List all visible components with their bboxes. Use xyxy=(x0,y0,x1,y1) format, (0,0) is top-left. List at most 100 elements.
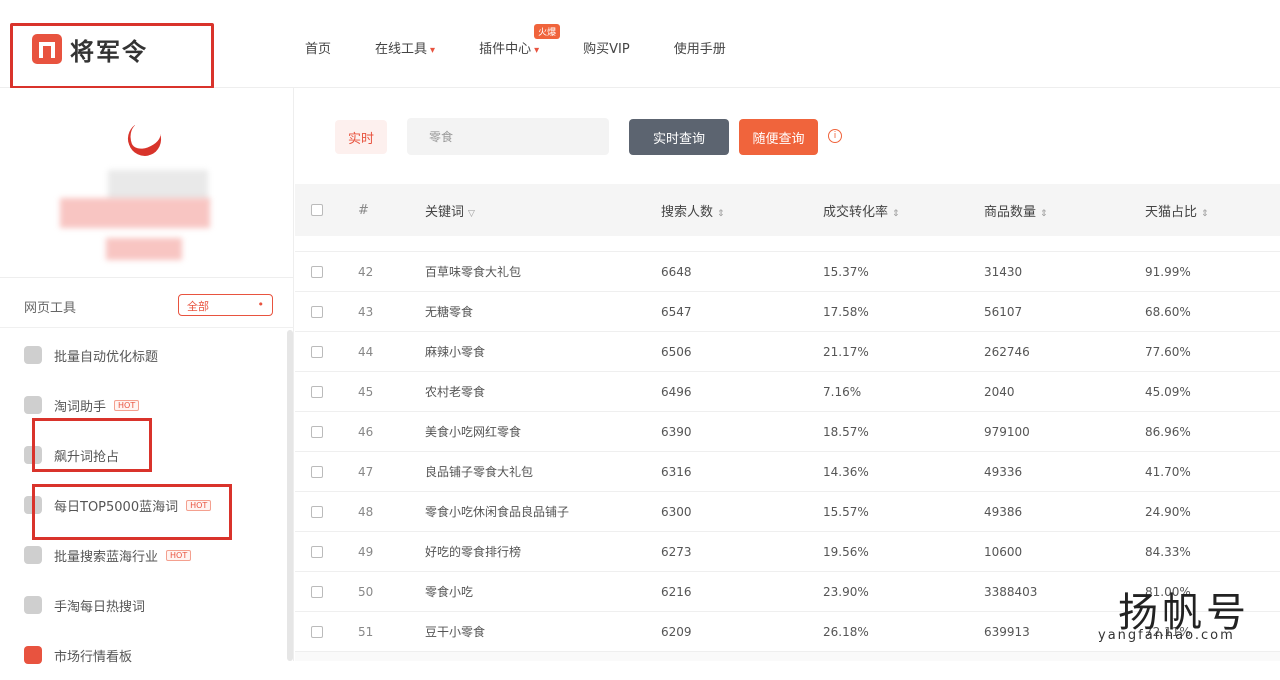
nav-item-label: 在线工具 xyxy=(375,42,428,57)
table-row[interactable]: 45 农村老零食 6496 7.16% 2040 45.09% xyxy=(295,372,1280,412)
row-conversion: 17.58% xyxy=(823,304,869,319)
table-header: # 关键词 ▽ 搜索人数 ⇕ 成交转化率 ⇕ 商品数量 ⇕ 天猫占比 ⇕ xyxy=(295,184,1280,236)
random-query-button[interactable]: 随便查询 xyxy=(739,119,818,155)
row-checkbox[interactable] xyxy=(311,545,323,558)
row-tmall-ratio: 77.60% xyxy=(1145,344,1191,359)
chevron-down-icon: ▾ xyxy=(430,45,436,56)
blurred-user-info xyxy=(60,198,210,228)
row-checkbox[interactable] xyxy=(311,385,323,398)
col-label: 搜索人数 xyxy=(661,204,714,220)
row-index: 47 xyxy=(358,464,374,479)
row-product-count: 31430 xyxy=(984,264,1023,279)
nav-item-home[interactable]: 首页 xyxy=(305,38,331,57)
row-keyword: 良品铺子零食大礼包 xyxy=(425,465,534,479)
row-conversion: 23.90% xyxy=(823,584,869,599)
row-checkbox[interactable] xyxy=(311,305,323,318)
col-label: 天猫占比 xyxy=(1145,204,1198,220)
sidebar-item-label: 批量自动优化标题 xyxy=(54,349,159,365)
row-keyword: 无糖零食 xyxy=(425,305,474,319)
chevron-down-icon: ▾ xyxy=(534,45,540,56)
table-row[interactable]: 46 美食小吃网红零食 6390 18.57% 979100 86.96% xyxy=(295,412,1280,452)
sidebar: 网页工具 全部 • 批量自动优化标题 淘词助手 HOT 飙升词抢占 每日TOP5… xyxy=(0,88,294,665)
row-checkbox[interactable] xyxy=(311,265,323,278)
info-icon[interactable]: i xyxy=(828,129,842,143)
highlight-box-rising xyxy=(32,418,152,472)
tool-icon xyxy=(24,546,42,564)
select-all-checkbox[interactable] xyxy=(311,204,323,216)
row-keyword: 豆干小零食 xyxy=(425,625,486,639)
tool-icon xyxy=(24,346,42,364)
sidebar-item-label: 批量搜索蓝海行业 xyxy=(54,549,159,565)
nav-item-plugin-center[interactable]: 插件中心 ▾ 火爆 xyxy=(479,24,561,57)
col-searchers[interactable]: 搜索人数 ⇕ xyxy=(661,201,725,220)
main-nav: 首页 在线工具 ▾ 插件中心 ▾ 火爆 购买VIP 使用手册 xyxy=(305,24,770,57)
table-row[interactable]: 43 无糖零食 6547 17.58% 56107 68.60% xyxy=(295,292,1280,332)
nav-item-label: 首页 xyxy=(305,42,332,57)
table-row[interactable]: 48 零食小吃休闲食品良品铺子 6300 15.57% 49386 24.90% xyxy=(295,492,1280,532)
col-conversion[interactable]: 成交转化率 ⇕ xyxy=(823,201,900,220)
sidebar-item-label: 市场行情看板 xyxy=(54,649,133,665)
row-conversion: 7.16% xyxy=(823,384,862,399)
col-label: 商品数量 xyxy=(984,204,1037,220)
blurred-user-meta xyxy=(106,238,182,260)
row-product-count: 3388403 xyxy=(984,584,1038,599)
col-keyword[interactable]: 关键词 ▽ xyxy=(425,201,475,220)
sidebar-item-market-board[interactable]: 市场行情看板 xyxy=(0,630,294,680)
tool-icon xyxy=(24,596,42,614)
tools-filter-select[interactable]: 全部 • xyxy=(178,294,273,316)
row-searchers: 6648 xyxy=(661,264,692,279)
row-index: 51 xyxy=(358,624,374,639)
search-bar: 实时 实时查询 随便查询 i xyxy=(295,88,1280,184)
filter-value: 全部 xyxy=(187,300,209,313)
row-conversion: 15.57% xyxy=(823,504,869,519)
realtime-button[interactable]: 实时 xyxy=(335,120,387,154)
sidebar-item-daily-hot-search[interactable]: 手淘每日热搜词 xyxy=(0,580,294,630)
row-checkbox[interactable] xyxy=(311,425,323,438)
row-keyword: 百草味零食大礼包 xyxy=(425,265,522,279)
col-label: 成交转化率 xyxy=(823,204,889,220)
row-index: 45 xyxy=(358,384,374,399)
row-index: 49 xyxy=(358,544,374,559)
nav-item-manual[interactable]: 使用手册 xyxy=(674,38,726,57)
nav-item-label: 购买VIP xyxy=(583,42,630,57)
nav-item-online-tools[interactable]: 在线工具 ▾ xyxy=(375,38,435,57)
row-product-count: 979100 xyxy=(984,424,1030,439)
sidebar-item-batch-title[interactable]: 批量自动优化标题 xyxy=(0,330,294,380)
avatar[interactable] xyxy=(128,118,162,152)
table-gap xyxy=(295,236,1280,252)
row-keyword: 美食小吃网红零食 xyxy=(425,425,522,439)
row-searchers: 6209 xyxy=(661,624,692,639)
row-keyword: 麻辣小零食 xyxy=(425,345,486,359)
keyword-input[interactable] xyxy=(407,118,609,155)
sidebar-item-label: 手淘每日热搜词 xyxy=(54,599,146,615)
row-keyword: 零食小吃 xyxy=(425,585,474,599)
table-row[interactable]: 42 百草味零食大礼包 6648 15.37% 31430 91.99% xyxy=(295,252,1280,292)
row-checkbox[interactable] xyxy=(311,465,323,478)
highlight-box-top5000 xyxy=(32,484,232,540)
row-checkbox[interactable] xyxy=(311,505,323,518)
row-checkbox[interactable] xyxy=(311,625,323,638)
sidebar-scrollbar[interactable] xyxy=(287,330,293,661)
table-row[interactable]: 49 好吃的零食排行榜 6273 19.56% 10600 84.33% xyxy=(295,532,1280,572)
realtime-query-button[interactable]: 实时查询 xyxy=(629,119,729,155)
watermark: 扬帆号 yangfanhao.com xyxy=(1098,572,1278,660)
row-conversion: 19.56% xyxy=(823,544,869,559)
row-searchers: 6316 xyxy=(661,464,692,479)
row-searchers: 6506 xyxy=(661,344,692,359)
user-profile xyxy=(0,88,293,278)
row-searchers: 6496 xyxy=(661,384,692,399)
table-row[interactable]: 44 麻辣小零食 6506 21.17% 262746 77.60% xyxy=(295,332,1280,372)
row-tmall-ratio: 84.33% xyxy=(1145,544,1191,559)
row-product-count: 639913 xyxy=(984,624,1030,639)
row-searchers: 6273 xyxy=(661,544,692,559)
row-checkbox[interactable] xyxy=(311,345,323,358)
table-row[interactable]: 47 良品铺子零食大礼包 6316 14.36% 49336 41.70% xyxy=(295,452,1280,492)
row-index: 42 xyxy=(358,264,374,279)
col-tmall-ratio[interactable]: 天猫占比 ⇕ xyxy=(1145,201,1209,220)
row-tmall-ratio: 45.09% xyxy=(1145,384,1191,399)
nav-item-buy-vip[interactable]: 购买VIP xyxy=(583,38,630,57)
col-product-count[interactable]: 商品数量 ⇕ xyxy=(984,201,1048,220)
row-keyword: 农村老零食 xyxy=(425,385,486,399)
row-checkbox[interactable] xyxy=(311,585,323,598)
row-conversion: 26.18% xyxy=(823,624,869,639)
